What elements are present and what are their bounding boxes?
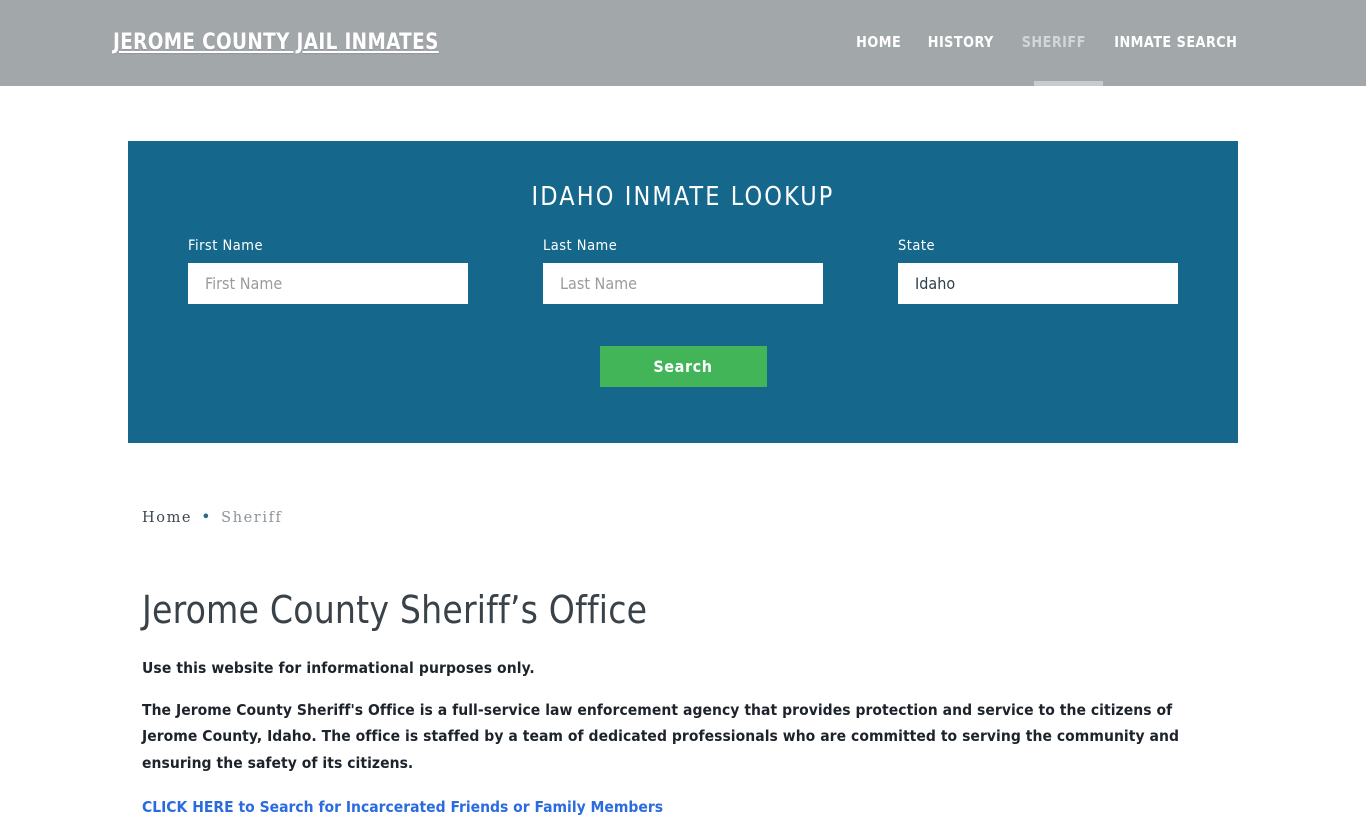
nav-item-home[interactable]: Home <box>845 33 913 51</box>
body-paragraph: The Jerome County Sheriff's Office is a … <box>142 700 1179 772</box>
lookup-panel-title: Idaho Inmate Lookup <box>531 182 835 212</box>
first-name-input[interactable] <box>188 263 468 304</box>
state-field-group: State Idaho <box>898 238 1178 304</box>
lead-text: Use this website for informational purpo… <box>142 658 535 677</box>
nav-item-sheriff[interactable]: Sheriff <box>1010 33 1097 51</box>
lookup-fields-row: First Name Last Name State Idaho <box>128 238 1238 322</box>
nav-item-inmate-search[interactable]: Inmate Search <box>1103 33 1249 51</box>
breadcrumb-current: Sheriff <box>221 510 283 526</box>
first-name-field-group: First Name <box>188 238 468 304</box>
page-title: Jerome County Sheriff’s Office <box>142 587 648 632</box>
search-button[interactable]: Search <box>599 346 767 387</box>
breadcrumb-home[interactable]: Home <box>142 510 192 526</box>
inmate-search-cta-link[interactable]: CLICK HERE to Search for Incarcerated Fr… <box>142 798 663 816</box>
last-name-label: Last Name <box>543 238 618 254</box>
main-content: Home • Sheriff Jerome County Sheriff’s Off… <box>142 500 1232 817</box>
nav-active-indicator <box>1034 81 1103 86</box>
first-name-label: First Name <box>188 238 263 254</box>
last-name-input[interactable] <box>543 263 823 304</box>
site-header: Jerome County Jail Inmates Home History … <box>0 0 1366 86</box>
breadcrumb: Home • Sheriff <box>142 500 1232 526</box>
inmate-lookup-panel: Idaho Inmate Lookup First Name Last Name… <box>128 141 1238 443</box>
breadcrumb-separator-icon: • <box>201 507 213 526</box>
main-navigation: Home History Sheriff Inmate Search <box>843 33 1253 51</box>
last-name-field-group: Last Name <box>543 238 823 304</box>
nav-item-history[interactable]: History <box>917 33 1006 51</box>
state-label: State <box>898 238 936 254</box>
site-logo[interactable]: Jerome County Jail Inmates <box>113 30 439 55</box>
search-button-wrap: Search <box>128 346 1238 387</box>
state-select[interactable]: Idaho <box>898 263 1178 304</box>
